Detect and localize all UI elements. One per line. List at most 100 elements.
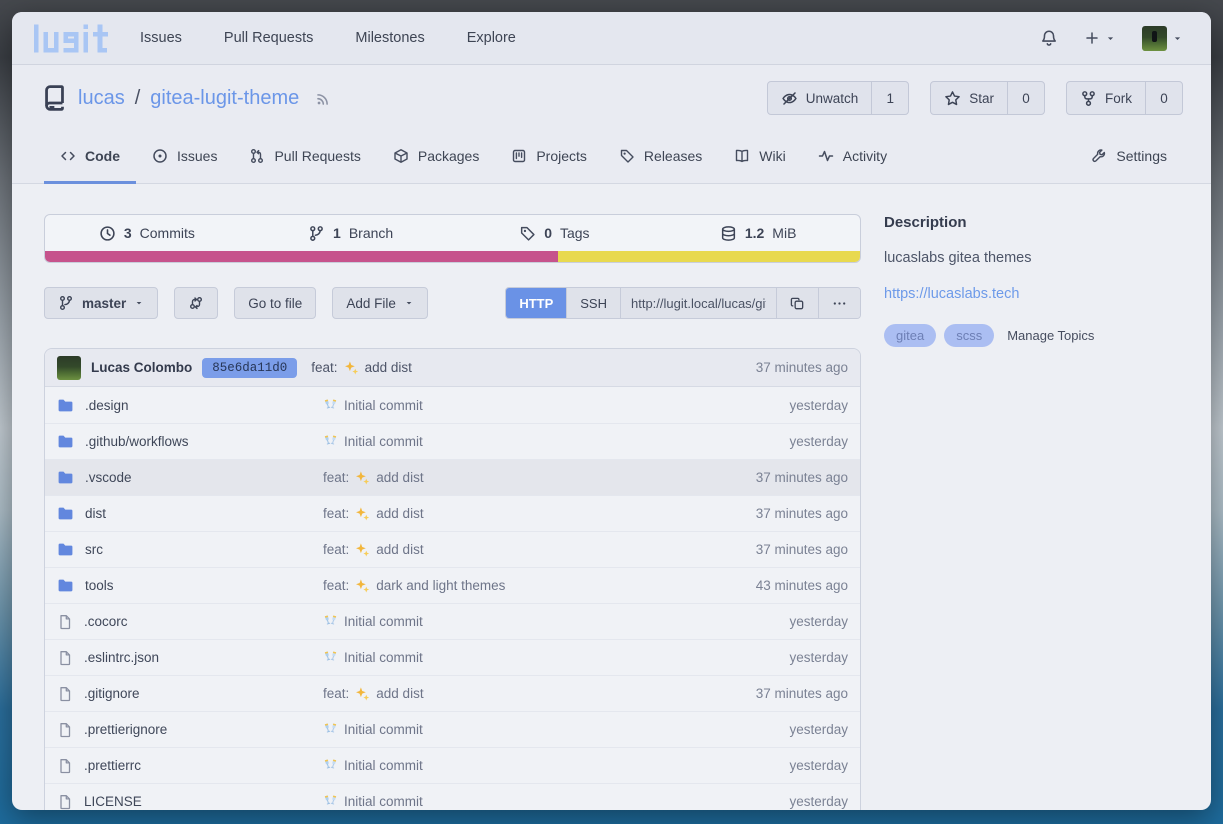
manage-topics-link[interactable]: Manage Topics [1007, 328, 1094, 343]
tab-issues[interactable]: Issues [136, 131, 233, 184]
file-commit-message[interactable]: feat: add dist [323, 686, 688, 701]
file-row[interactable]: .cocorc Initial commit yesterday [45, 603, 860, 639]
file-name-cell[interactable]: tools [57, 577, 323, 594]
watchers-count[interactable]: 1 [871, 82, 908, 114]
lugit-logo[interactable] [34, 23, 108, 54]
clone-ssh-button[interactable]: SSH [566, 288, 620, 318]
nav-item-pull-requests[interactable]: Pull Requests [224, 30, 313, 46]
file-row[interactable]: .prettierrc Initial commit yesterday [45, 747, 860, 783]
file-row[interactable]: src feat: add dist 37 minutes ago [45, 531, 860, 567]
file-name-cell[interactable]: .vscode [57, 469, 323, 486]
file-commit-message[interactable]: Initial commit [323, 398, 688, 413]
lugit-logo-icon [34, 23, 108, 54]
commit-author-name[interactable]: Lucas Colombo [91, 360, 192, 375]
add-file-button[interactable]: Add File [332, 287, 428, 319]
file-name: LICENSE [84, 794, 142, 809]
unwatch-button[interactable]: Unwatch [768, 82, 872, 114]
file-name-cell[interactable]: .eslintrc.json [57, 650, 323, 666]
commit-message-text: Initial commit [344, 434, 423, 449]
file-commit-message[interactable]: Initial commit [323, 434, 688, 449]
file-commit-message[interactable]: feat: dark and light themes [323, 578, 688, 593]
file-name: .cocorc [84, 614, 128, 629]
folder-icon [57, 541, 74, 558]
tab-code[interactable]: Code [44, 131, 136, 184]
language-bar[interactable] [45, 251, 860, 262]
file-commit-message[interactable]: feat: add dist [323, 506, 688, 521]
file-row[interactable]: dist feat: add dist 37 minutes ago [45, 495, 860, 531]
file-name-cell[interactable]: .design [57, 397, 323, 414]
file-name-cell[interactable]: .github/workflows [57, 433, 323, 450]
repo-owner-link[interactable]: lucas [78, 87, 125, 110]
file-commit-message[interactable]: Initial commit [323, 794, 688, 809]
commits-stat[interactable]: 3 Commits [45, 215, 249, 251]
tab-pull-requests[interactable]: Pull Requests [233, 131, 376, 184]
compare-button[interactable] [174, 287, 218, 319]
tab-wiki[interactable]: Wiki [718, 131, 801, 184]
file-name-cell[interactable]: .cocorc [57, 614, 323, 630]
star-button[interactable]: Star [931, 82, 1007, 114]
tab-projects[interactable]: Projects [495, 131, 603, 184]
branch-selector[interactable]: master [44, 287, 158, 319]
rss-icon[interactable] [315, 90, 332, 107]
clone-url-input[interactable] [620, 288, 776, 318]
file-row[interactable]: .github/workflows Initial commit yesterd… [45, 423, 860, 459]
commit-message-prefix: feat: [323, 506, 349, 521]
stars-count[interactable]: 0 [1007, 82, 1044, 114]
file-commit-message[interactable]: feat: add dist [323, 542, 688, 557]
file-row[interactable]: .eslintrc.json Initial commit yesterday [45, 639, 860, 675]
file-row[interactable]: .prettierignore Initial commit yesterday [45, 711, 860, 747]
file-commit-message[interactable]: Initial commit [323, 758, 688, 773]
file-commit-message[interactable]: Initial commit [323, 650, 688, 665]
user-menu-button[interactable] [1142, 26, 1183, 51]
size-stat[interactable]: 1.2 MiB [656, 215, 860, 251]
commit-message-text: Initial commit [344, 722, 423, 737]
size-value: 1.2 [745, 225, 764, 241]
nav-item-milestones[interactable]: Milestones [355, 30, 424, 46]
file-row[interactable]: .design Initial commit yesterday [45, 387, 860, 423]
file-commit-message[interactable]: Initial commit [323, 722, 688, 737]
file-row[interactable]: tools feat: dark and light themes 43 min… [45, 567, 860, 603]
file-name-cell[interactable]: .prettierrc [57, 758, 323, 774]
description-title: Description [884, 214, 1190, 231]
more-actions-button[interactable] [818, 288, 860, 318]
clone-http-button[interactable]: HTTP [506, 288, 566, 318]
add-file-label: Add File [346, 296, 396, 311]
branches-stat[interactable]: 1 Branch [249, 215, 453, 251]
file-row[interactable]: LICENSE Initial commit yesterday [45, 783, 860, 810]
tab-activity[interactable]: Activity [802, 131, 903, 184]
file-name-cell[interactable]: .prettierignore [57, 722, 323, 738]
file-name-cell[interactable]: dist [57, 505, 323, 522]
tag-icon [619, 148, 635, 164]
website-link[interactable]: https://lucaslabs.tech [884, 286, 1190, 302]
topic-pill[interactable]: gitea [884, 324, 936, 347]
book-icon [734, 148, 750, 164]
tab-releases[interactable]: Releases [603, 131, 718, 184]
clinking-glasses-emoji [323, 722, 338, 737]
tags-stat[interactable]: 0 Tags [453, 215, 657, 251]
file-name: dist [85, 506, 106, 521]
topic-pill[interactable]: scss [944, 324, 994, 347]
file-commit-message[interactable]: feat: add dist [323, 470, 688, 485]
nav-item-issues[interactable]: Issues [140, 30, 182, 46]
file-name-cell[interactable]: .gitignore [57, 686, 323, 702]
tab-settings[interactable]: Settings [1075, 131, 1183, 184]
tab-packages[interactable]: Packages [377, 131, 495, 184]
nav-item-explore[interactable]: Explore [467, 30, 516, 46]
file-row[interactable]: .gitignore feat: add dist 37 minutes ago [45, 675, 860, 711]
forks-count[interactable]: 0 [1145, 82, 1182, 114]
commit-author-avatar[interactable] [57, 356, 81, 380]
repo-name-link[interactable]: gitea-lugit-theme [150, 87, 299, 110]
go-to-file-button[interactable]: Go to file [234, 287, 316, 319]
file-name-cell[interactable]: LICENSE [57, 794, 323, 810]
branch-icon [58, 295, 74, 311]
create-new-button[interactable] [1084, 30, 1116, 46]
file-row[interactable]: .vscode feat: add dist 37 minutes ago [45, 459, 860, 495]
commit-hash-badge[interactable]: 85e6da11d0 [202, 358, 297, 378]
file-name-cell[interactable]: src [57, 541, 323, 558]
commit-message[interactable]: feat: add dist [311, 360, 412, 375]
fork-label: Fork [1105, 91, 1132, 106]
notifications-button[interactable] [1040, 29, 1058, 47]
copy-url-button[interactable] [776, 288, 818, 318]
file-commit-message[interactable]: Initial commit [323, 614, 688, 629]
fork-button[interactable]: Fork [1067, 82, 1145, 114]
